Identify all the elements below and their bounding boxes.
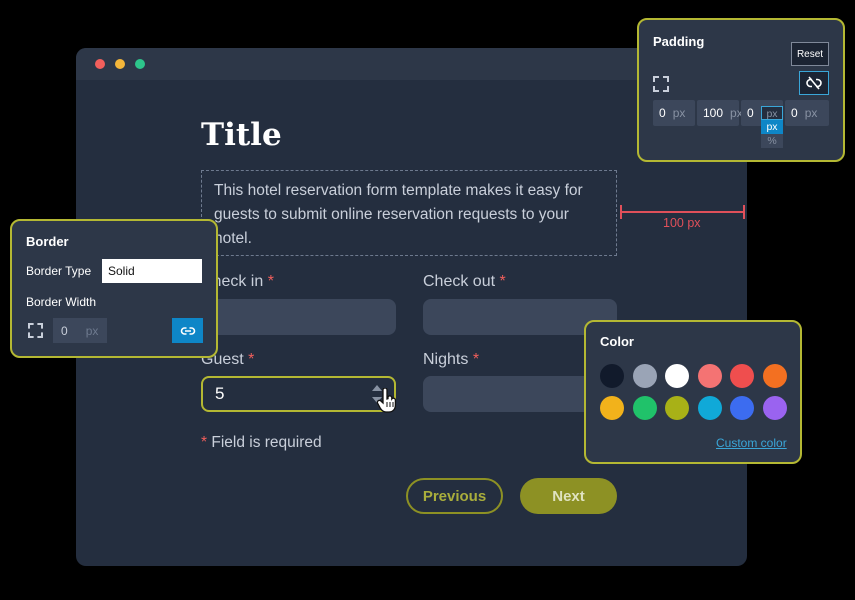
- border-title: Border: [26, 234, 69, 249]
- color-swatch[interactable]: [665, 364, 690, 388]
- color-swatch[interactable]: [730, 396, 755, 420]
- padding-right-input[interactable]: 100 px: [697, 100, 743, 126]
- border-width-label: Border Width: [26, 295, 97, 309]
- color-swatch[interactable]: [697, 364, 722, 388]
- color-swatch[interactable]: [697, 396, 722, 420]
- border-panel: Border Border Type Solid Border Width 0p…: [10, 219, 218, 358]
- border-type-select[interactable]: Solid: [102, 259, 202, 283]
- color-swatch[interactable]: [632, 396, 657, 420]
- reset-button[interactable]: Reset: [791, 42, 829, 66]
- minimize-dot-icon[interactable]: [115, 59, 125, 69]
- padding-top-input[interactable]: 0 px: [653, 100, 695, 126]
- previous-button[interactable]: Previous: [406, 478, 503, 514]
- unit-option-px[interactable]: px: [761, 120, 783, 134]
- unit-option-current[interactable]: px: [761, 106, 783, 120]
- padding-left-input[interactable]: 0 px: [785, 100, 829, 126]
- color-swatch[interactable]: [600, 396, 624, 420]
- measure-line: [620, 211, 745, 213]
- link-icon: [180, 326, 195, 335]
- maximize-dot-icon[interactable]: [135, 59, 145, 69]
- form-title[interactable]: Title: [201, 117, 282, 153]
- color-panel: Color Custom color: [584, 320, 802, 464]
- border-frame-icon: [28, 323, 43, 338]
- color-swatch[interactable]: [600, 364, 624, 388]
- required-note: * Field is required: [201, 434, 322, 451]
- link-button[interactable]: [172, 318, 203, 343]
- padding-frame-icon: [653, 76, 669, 92]
- measure-cap-left: [620, 205, 622, 219]
- color-swatch[interactable]: [632, 364, 657, 388]
- color-swatch[interactable]: [730, 364, 755, 388]
- hand-cursor-icon: [376, 388, 397, 413]
- check-out-label: Check out *: [423, 273, 506, 290]
- color-swatch[interactable]: [763, 364, 787, 388]
- form-description[interactable]: This hotel reservation form template mak…: [201, 170, 617, 256]
- padding-title: Padding: [653, 34, 705, 49]
- custom-color-link[interactable]: Custom color: [716, 436, 787, 450]
- color-swatch[interactable]: [763, 396, 787, 420]
- color-swatch[interactable]: [665, 396, 690, 420]
- measure-label: 100 px: [663, 216, 701, 230]
- unit-dropdown[interactable]: px px %: [761, 106, 783, 148]
- unlink-icon: [806, 76, 822, 90]
- nights-label: Nights *: [423, 351, 480, 368]
- close-dot-icon[interactable]: [95, 59, 105, 69]
- unit-option-percent[interactable]: %: [761, 134, 783, 148]
- measure-cap-right: [743, 205, 745, 219]
- border-type-label: Border Type: [26, 264, 92, 278]
- guest-value: 5: [215, 384, 225, 403]
- unlink-button[interactable]: [799, 71, 829, 95]
- guest-input[interactable]: 5: [201, 376, 396, 412]
- check-in-input[interactable]: [201, 299, 396, 335]
- color-title: Color: [600, 334, 634, 349]
- border-width-input[interactable]: 0 px: [53, 318, 107, 343]
- padding-panel: Padding Reset 0 px 100 px 0 px px % 0 px: [637, 18, 845, 162]
- next-button[interactable]: Next: [520, 478, 617, 514]
